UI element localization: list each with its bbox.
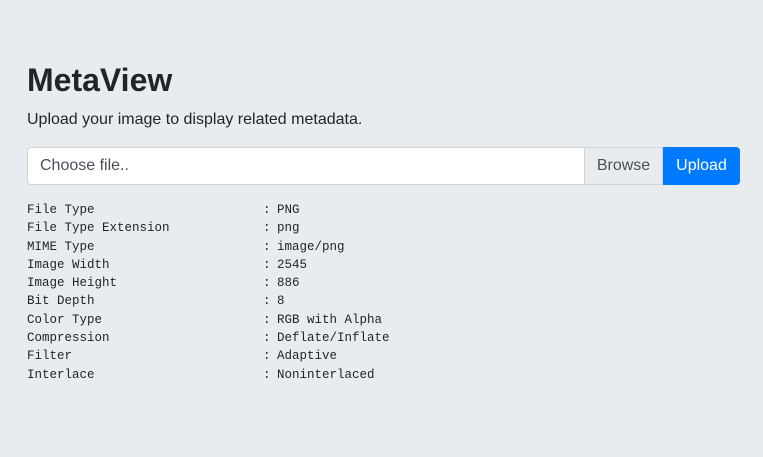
metadata-row: File Type Extension : png — [27, 219, 390, 237]
metadata-row: MIME Type : image/png — [27, 238, 390, 256]
metadata-separator: : — [263, 221, 271, 236]
metadata-separator: : — [263, 276, 271, 291]
metadata-key: Color Type — [27, 312, 103, 327]
metadata-key: Bit Depth — [27, 294, 95, 309]
metadata-key: Interlace — [27, 367, 95, 382]
page-title: MetaView — [27, 62, 173, 98]
metadata-key: File Type — [27, 203, 95, 217]
metadata-key: File Type Extension — [27, 221, 170, 236]
page-subtitle: Upload your image to display related met… — [27, 111, 363, 128]
metadata-value: image/png — [277, 239, 345, 254]
metadata-value: Noninterlaced — [277, 367, 375, 382]
metadata-separator: : — [263, 349, 271, 364]
metadata-value: Adaptive — [277, 349, 338, 364]
metadata-separator: : — [263, 294, 271, 309]
metadata-separator: : — [263, 239, 271, 254]
metadata-row: Image Width : 2545 — [27, 256, 390, 274]
metadata-value: 8 — [277, 294, 285, 309]
metadata-value: Deflate/Inflate — [277, 331, 390, 346]
metadata-row: Image Height : 886 — [27, 274, 390, 292]
metadata-value: 2545 — [277, 257, 308, 272]
file-upload-group: Choose file.. Browse Upload — [27, 147, 740, 185]
metadata-value: 886 — [277, 276, 300, 291]
metadata-value: PNG — [277, 203, 300, 217]
metadata-separator: : — [263, 203, 271, 217]
metadata-row: Compression : Deflate/Inflate — [27, 329, 390, 347]
metadata-key: Compression — [27, 331, 110, 346]
metadata-list: File Type : PNG File Type Extension : pn… — [27, 201, 390, 384]
file-input[interactable]: Choose file.. — [27, 147, 584, 185]
metadata-row: Filter : Adaptive — [27, 347, 390, 365]
metadata-key: Image Height — [27, 276, 118, 291]
metadata-value: png — [277, 221, 300, 236]
metadata-separator: : — [263, 257, 271, 272]
metadata-value: RGB with Alpha — [277, 312, 383, 327]
metadata-row: File Type : PNG — [27, 201, 390, 219]
metadata-row: Bit Depth : 8 — [27, 292, 390, 310]
metadata-key: Image Width — [27, 257, 110, 272]
metadata-row: Color Type : RGB with Alpha — [27, 311, 390, 329]
metadata-separator: : — [263, 331, 271, 346]
metadata-row: Interlace : Noninterlaced — [27, 366, 390, 384]
metadata-separator: : — [263, 312, 271, 327]
metadata-separator: : — [263, 367, 271, 382]
browse-button[interactable]: Browse — [584, 147, 663, 185]
upload-button[interactable]: Upload — [663, 147, 740, 185]
metadata-key: MIME Type — [27, 239, 95, 254]
metadata-key: Filter — [27, 349, 73, 364]
